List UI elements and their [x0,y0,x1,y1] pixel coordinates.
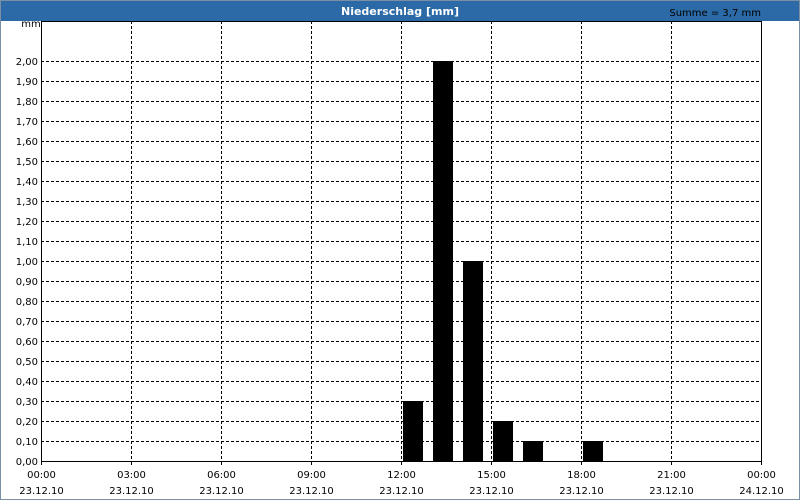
y-tick-label: 0,50 [16,357,38,368]
x-tick-time: 12:00 [387,470,416,481]
y-tick-label: 0,30 [16,397,38,408]
x-tick-time: 00:00 [747,470,776,481]
y-tick-label: 0,00 [16,457,38,468]
precipitation-chart: 0,00 0,10 0,20 0,30 0,40 0,50 0,60 0,70 0,80 0,90… [16,8,784,497]
sum-label: Summe = 3,7 mm [669,8,761,19]
precipitation-bar [493,421,513,461]
y-tick-label: 0,90 [16,277,38,288]
precipitation-bar [433,61,453,461]
y-tick-label: 1,00 [16,257,38,268]
y-tick-label: 1,40 [16,177,38,188]
x-tick-date: 23.12.10 [469,486,514,497]
x-tick-date: 23.12.10 [379,486,424,497]
x-tick-date: 23.12.10 [199,486,244,497]
y-tick-label: 1,30 [16,197,38,208]
x-tick-time: 18:00 [567,470,596,481]
precipitation-bar [523,441,543,461]
x-tick-date: 23.12.10 [289,486,334,497]
y-tick-label: 1,60 [16,137,38,148]
y-tick-label: 0,60 [16,337,38,348]
x-tick-time: 21:00 [657,470,686,481]
y-tick-label: 1,10 [16,237,38,248]
precipitation-bar [463,261,483,461]
x-tick-time: 06:00 [207,470,236,481]
x-tick-date: 23.12.10 [559,486,604,497]
x-tick-time: 00:00 [27,470,56,481]
y-tick-label: 1,70 [16,117,38,128]
precipitation-bar [583,441,603,461]
x-tick-time: 03:00 [117,470,146,481]
x-tick-date: 23.12.10 [649,486,694,497]
y-tick-label: 0,10 [16,437,38,448]
x-tick-date: 24.12.10 [739,486,784,497]
x-tick-time: 09:00 [297,470,326,481]
y-tick-label: 1,50 [16,157,38,168]
y-tick-label: 0,40 [16,377,38,388]
y-tick-label: 0,70 [16,317,38,328]
y-tick-label: 1,20 [16,217,38,228]
y-tick-label: 0,80 [16,297,38,308]
y-tick-label: 2,00 [16,57,38,68]
y-tick-label: 0,20 [16,417,38,428]
y-axis-unit: mm [21,19,40,30]
x-tick-date: 23.12.10 [19,486,64,497]
x-tick-time: 15:00 [477,470,506,481]
precipitation-bar [403,401,423,461]
y-tick-label: 1,80 [16,97,38,108]
x-tick-date: 23.12.10 [109,486,154,497]
chart-window: Niederschlag [mm] 0,00 0,10 0,20 0,30 0,40 0,… [0,0,800,500]
y-tick-label: 1,90 [16,77,38,88]
